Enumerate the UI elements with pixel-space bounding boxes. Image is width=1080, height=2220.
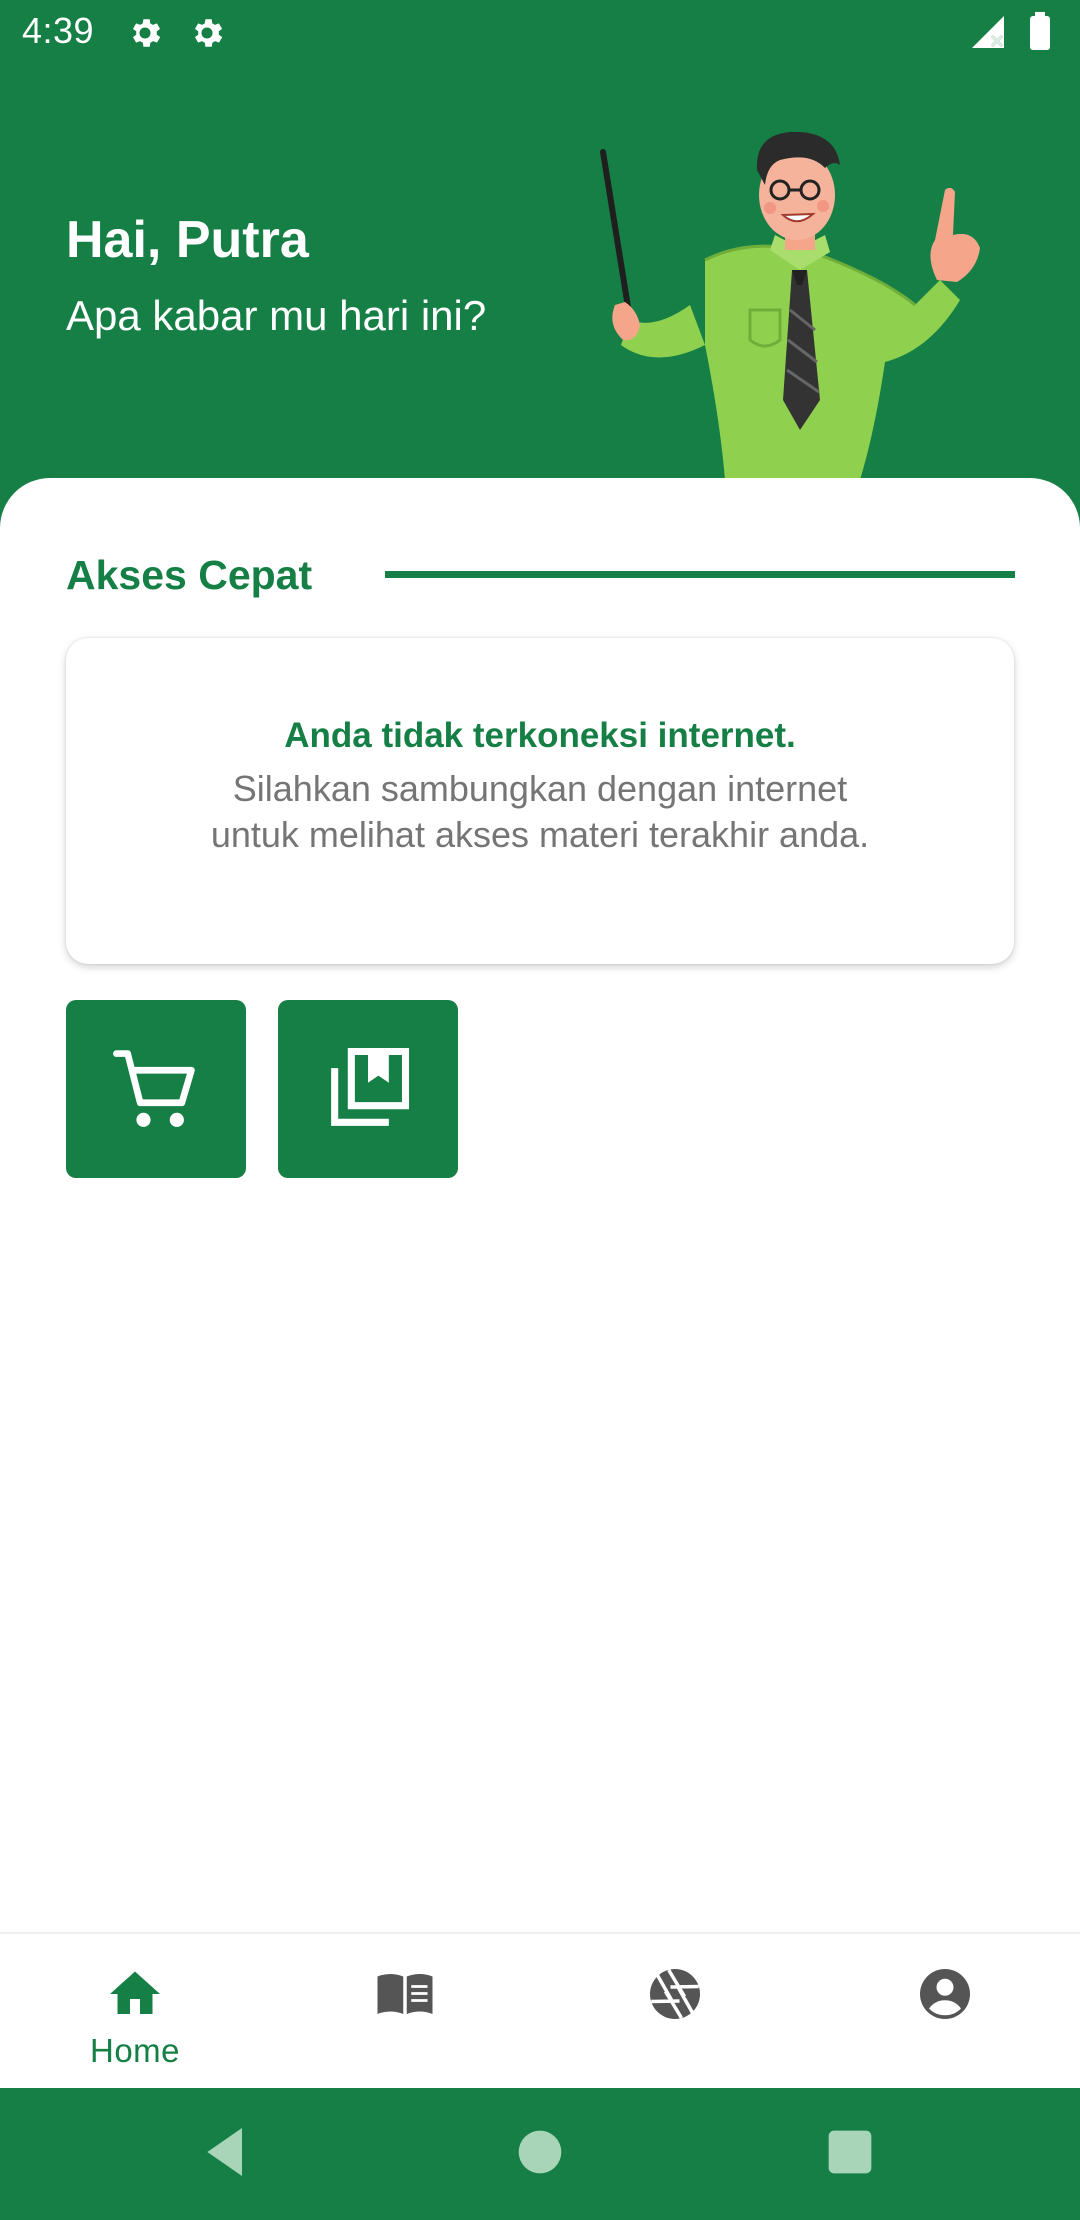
library-bookmark-icon [331,1047,410,1126]
nav-gallery[interactable] [540,1934,810,2090]
section-divider [385,571,1015,578]
section-title: Akses Cepat [66,552,313,598]
offline-title: Anda tidak terkoneksi internet. [284,716,796,755]
book-icon [377,1974,433,2014]
system-navigation-bar [0,2088,1080,2220]
offline-message: Silahkan sambungkan dengan internet untu… [210,768,870,855]
back-icon[interactable] [194,2120,258,2184]
home-circle-icon[interactable] [508,2120,572,2184]
teacher-illustration [600,131,980,480]
nav-profile[interactable] [810,1934,1080,2090]
greeting-subtitle: Apa kabar mu hari ini? [66,292,487,339]
cart-icon [113,1050,195,1127]
account-icon [920,1969,970,2019]
settings-icon [194,19,223,47]
aperture-icon [650,1969,700,2019]
nav-materials[interactable] [270,1934,540,2090]
library-quick-button[interactable] [278,1000,458,1178]
status-bar: 4:39 [0,0,1080,66]
offline-notice-card: Anda tidak terkoneksi internet. Silahkan… [66,638,1014,964]
nav-home[interactable]: Home [0,1934,270,2090]
settings-icon [132,19,161,47]
nav-home-label: Home [89,2032,181,2069]
status-time: 4:39 [22,10,95,51]
bottom-navigation: Home [0,1932,1080,2090]
recents-icon[interactable] [818,2120,882,2184]
home-icon [110,1971,160,2014]
signal-battery-icon [972,12,1050,50]
shop-quick-button[interactable] [66,1000,246,1178]
content-sheet: Akses Cepat Anda tidak terkoneksi intern… [0,478,1080,1932]
greeting-title: Hai, Putra [66,211,309,269]
